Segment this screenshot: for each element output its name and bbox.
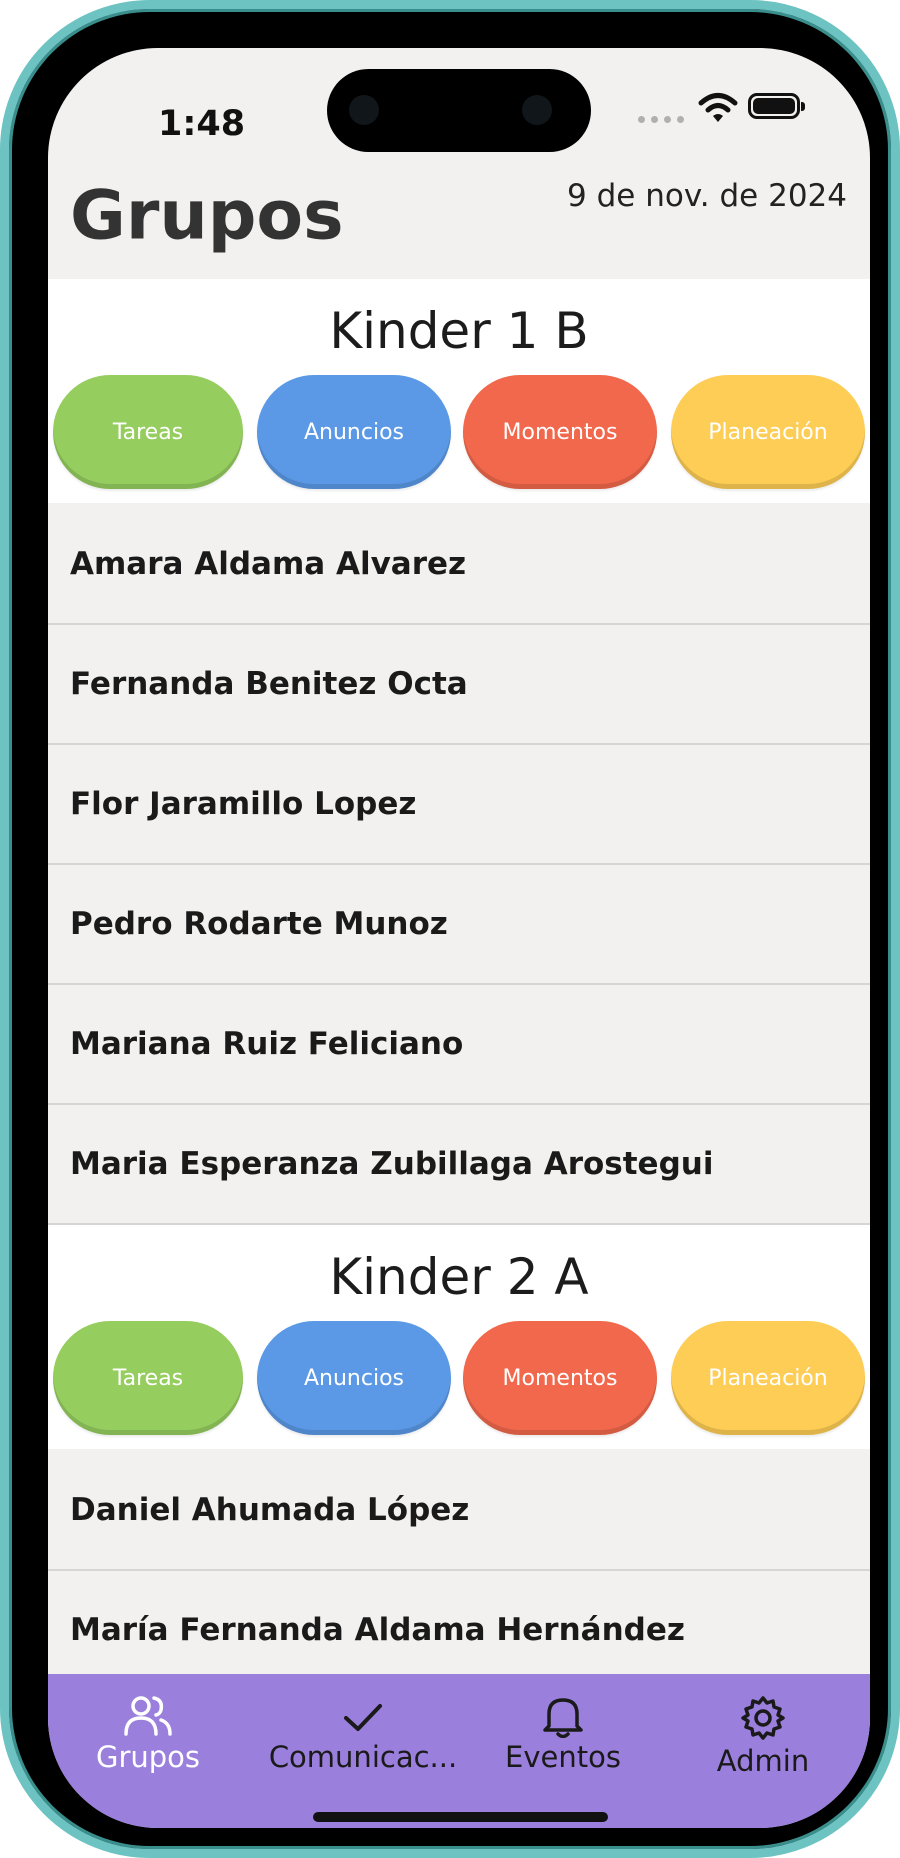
phone-frame: 1:48 Grupos 9 de nov. de 2024 Kinder 1 B… (0, 0, 900, 1858)
planeacion-button[interactable]: Planeación (671, 375, 865, 489)
momentos-button[interactable]: Momentos (463, 1321, 657, 1435)
users-icon (124, 1696, 172, 1736)
group-header-kinder-1b: Kinder 1 B Tareas Anuncios Momentos Plan… (48, 279, 870, 503)
anuncios-button[interactable]: Anuncios (257, 1321, 451, 1435)
student-row[interactable]: Maria Esperanza Zubillaga Arostegui (48, 1105, 870, 1225)
tab-grupos[interactable]: Grupos (68, 1694, 228, 1794)
tab-label: Grupos (95, 1740, 201, 1774)
tab-eventos[interactable]: Eventos (483, 1694, 643, 1794)
wifi-icon (698, 93, 738, 122)
student-name: Daniel Ahumada López (70, 1492, 470, 1528)
camera-lens (522, 95, 552, 125)
gear-icon (741, 1696, 785, 1740)
student-name: Maria Esperanza Zubillaga Arostegui (70, 1146, 714, 1182)
student-row[interactable]: Mariana Ruiz Feliciano (48, 985, 870, 1105)
planeacion-button[interactable]: Planeación (671, 1321, 865, 1435)
home-indicator[interactable] (313, 1812, 608, 1822)
student-name: Flor Jaramillo Lopez (70, 786, 417, 822)
student-name: María Fernanda Aldama Hernández (70, 1612, 685, 1648)
student-row[interactable]: Amara Aldama Alvarez (48, 505, 870, 625)
student-name: Mariana Ruiz Feliciano (70, 1026, 464, 1062)
tab-label: Comunicac... (268, 1740, 458, 1774)
student-row[interactable]: Pedro Rodarte Munoz (48, 865, 870, 985)
tab-label: Admin (716, 1744, 810, 1778)
student-name: Fernanda Benitez Octa (70, 666, 468, 702)
tareas-button[interactable]: Tareas (53, 1321, 243, 1435)
cellular-signal-icon (638, 116, 684, 123)
dynamic-island (327, 69, 591, 152)
group-title: Kinder 2 A (329, 1248, 589, 1306)
tab-comunicacion[interactable]: Comunicac... (248, 1694, 478, 1794)
header-date: 9 de nov. de 2024 (567, 178, 847, 214)
student-name: Amara Aldama Alvarez (70, 546, 467, 582)
momentos-button[interactable]: Momentos (463, 375, 657, 489)
page-title: Grupos (70, 176, 344, 256)
camera-sensor (349, 95, 379, 125)
checkmark-icon (344, 1704, 382, 1731)
student-row[interactable]: Fernanda Benitez Octa (48, 625, 870, 745)
status-bar: 1:48 (48, 48, 870, 168)
tab-admin[interactable]: Admin (688, 1694, 838, 1794)
status-time: 1:48 (158, 104, 246, 144)
group-header-kinder-2a: Kinder 2 A Tareas Anuncios Momentos Plan… (48, 1225, 870, 1449)
tareas-button[interactable]: Tareas (53, 375, 243, 489)
group-title: Kinder 1 B (329, 302, 589, 360)
bell-icon (543, 1698, 583, 1738)
student-row[interactable]: Flor Jaramillo Lopez (48, 745, 870, 865)
battery-icon (748, 93, 805, 119)
student-row[interactable]: María Fernanda Aldama Hernández (48, 1571, 870, 1691)
student-name: Pedro Rodarte Munoz (70, 906, 448, 942)
app-screen: 1:48 Grupos 9 de nov. de 2024 Kinder 1 B… (48, 48, 870, 1828)
anuncios-button[interactable]: Anuncios (257, 375, 451, 489)
tab-label: Eventos (505, 1740, 621, 1774)
student-row[interactable]: Daniel Ahumada López (48, 1451, 870, 1571)
tab-bar: Grupos Comunicac... Eventos Admin (48, 1674, 870, 1828)
